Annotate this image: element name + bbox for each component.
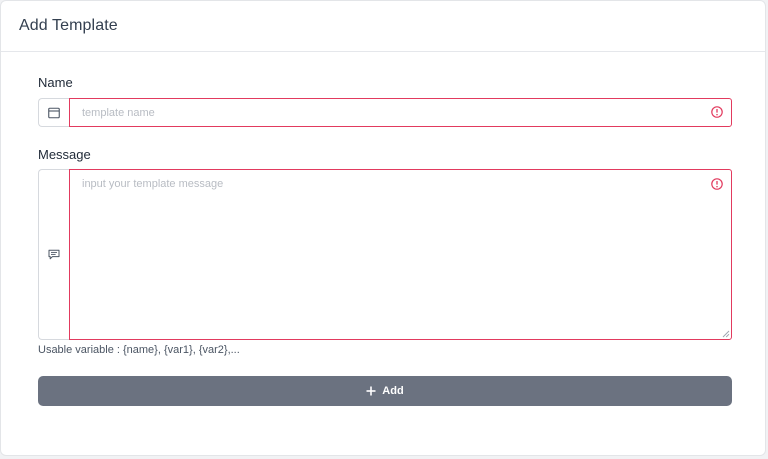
message-field-wrapper xyxy=(69,169,732,340)
template-message-textarea[interactable] xyxy=(70,170,731,339)
add-button[interactable]: Add xyxy=(38,376,732,406)
usable-variables-hint: Usable variable : {name}, {var1}, {var2}… xyxy=(38,344,240,356)
plus-icon xyxy=(366,386,376,396)
page-title: Add Template xyxy=(19,17,118,34)
add-template-card: Add Template Name Message xyxy=(0,0,766,456)
calendar-icon xyxy=(48,107,60,118)
add-button-label: Add xyxy=(382,385,404,397)
name-label: Name xyxy=(38,75,73,90)
message-icon xyxy=(48,249,60,260)
message-label: Message xyxy=(38,147,91,162)
name-field-wrapper xyxy=(69,98,732,127)
message-input-group xyxy=(38,169,732,340)
resize-handle[interactable] xyxy=(722,330,730,338)
message-addon xyxy=(38,169,69,340)
error-icon xyxy=(711,178,723,190)
template-name-input[interactable] xyxy=(70,99,731,126)
name-input-group xyxy=(38,98,732,127)
name-addon xyxy=(38,98,69,127)
card-header: Add Template xyxy=(1,1,765,52)
error-icon xyxy=(711,106,723,118)
